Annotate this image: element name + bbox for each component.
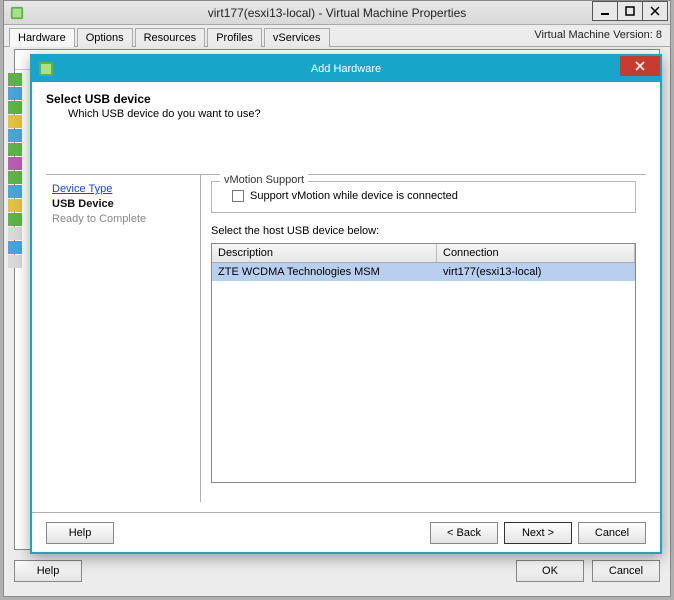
vmotion-checkbox[interactable] bbox=[232, 190, 244, 202]
wizard-nav: Device Type USB Device Ready to Complete bbox=[46, 175, 201, 502]
device-icon bbox=[8, 73, 22, 86]
device-icon bbox=[8, 129, 22, 142]
nav-usb-device: USB Device bbox=[52, 198, 194, 210]
tab-vservices[interactable]: vServices bbox=[264, 28, 330, 47]
vm-version-label: Virtual Machine Version: 8 bbox=[534, 29, 662, 41]
tab-options[interactable]: Options bbox=[77, 28, 133, 47]
dialog-cancel-button[interactable]: Cancel bbox=[578, 522, 646, 544]
device-icon bbox=[8, 241, 22, 254]
parent-footer: Help OK Cancel bbox=[14, 556, 660, 586]
device-table-body[interactable]: ZTE WCDMA Technologies MSM virt177(esxi1… bbox=[212, 263, 635, 482]
device-icon bbox=[8, 171, 22, 184]
content-split: Device Type USB Device Ready to Complete… bbox=[46, 174, 646, 502]
device-icon bbox=[8, 227, 22, 240]
device-icon bbox=[8, 157, 22, 170]
device-icon bbox=[8, 255, 22, 268]
tabs-row: Hardware Options Resources Profiles vSer… bbox=[4, 25, 670, 47]
dialog-body: Select USB device Which USB device do yo… bbox=[32, 82, 660, 512]
dialog-close-button[interactable] bbox=[620, 56, 660, 76]
dialog-title: Add Hardware bbox=[311, 63, 381, 75]
col-description[interactable]: Description bbox=[212, 244, 437, 262]
col-connection[interactable]: Connection bbox=[437, 244, 635, 262]
nav-ready-to-complete: Ready to Complete bbox=[52, 213, 194, 225]
device-icon bbox=[8, 87, 22, 100]
dialog-titlebar[interactable]: Add Hardware bbox=[32, 56, 660, 82]
add-hardware-dialog: Add Hardware Select USB device Which USB… bbox=[30, 54, 662, 554]
step-heading: Select USB device bbox=[46, 92, 646, 106]
parent-help-button[interactable]: Help bbox=[14, 560, 82, 582]
minimize-button[interactable] bbox=[592, 1, 618, 21]
workspace: virt177(esxi13-local) - Virtual Machine … bbox=[0, 0, 674, 600]
wizard-main: vMotion Support Support vMotion while de… bbox=[201, 175, 646, 502]
table-row[interactable]: ZTE WCDMA Technologies MSM virt177(esxi1… bbox=[212, 263, 635, 281]
vmotion-checkbox-label: Support vMotion while device is connecte… bbox=[250, 190, 458, 202]
vsphere-icon bbox=[38, 61, 54, 77]
vsphere-icon bbox=[10, 6, 24, 20]
device-icon bbox=[8, 199, 22, 212]
device-table-head: Description Connection bbox=[212, 244, 635, 263]
parent-window-title: virt177(esxi13-local) - Virtual Machine … bbox=[208, 6, 467, 20]
close-button[interactable] bbox=[642, 1, 668, 21]
vmotion-fieldset: vMotion Support Support vMotion while de… bbox=[211, 181, 636, 213]
maximize-button[interactable] bbox=[617, 1, 643, 21]
tab-resources[interactable]: Resources bbox=[135, 28, 206, 47]
dialog-help-button[interactable]: Help bbox=[46, 522, 114, 544]
device-table: Description Connection ZTE WCDMA Technol… bbox=[211, 243, 636, 483]
parent-titlebar[interactable]: virt177(esxi13-local) - Virtual Machine … bbox=[4, 1, 670, 25]
hardware-icon-strip bbox=[8, 73, 22, 268]
parent-cancel-button[interactable]: Cancel bbox=[592, 560, 660, 582]
close-icon bbox=[635, 61, 645, 71]
vmotion-legend: vMotion Support bbox=[220, 174, 308, 186]
device-icon bbox=[8, 101, 22, 114]
parent-window-controls bbox=[593, 1, 668, 21]
next-button[interactable]: Next > bbox=[504, 522, 572, 544]
cell-connection: virt177(esxi13-local) bbox=[437, 263, 635, 281]
step-subheading: Which USB device do you want to use? bbox=[68, 108, 646, 120]
parent-ok-button[interactable]: OK bbox=[516, 560, 584, 582]
back-button[interactable]: < Back bbox=[430, 522, 498, 544]
device-icon bbox=[8, 213, 22, 226]
device-icon bbox=[8, 115, 22, 128]
device-table-caption: Select the host USB device below: bbox=[211, 225, 636, 237]
tab-profiles[interactable]: Profiles bbox=[207, 28, 262, 47]
device-icon bbox=[8, 143, 22, 156]
nav-device-type[interactable]: Device Type bbox=[52, 183, 194, 195]
device-icon bbox=[8, 185, 22, 198]
tab-hardware[interactable]: Hardware bbox=[9, 28, 75, 47]
vmotion-checkbox-row[interactable]: Support vMotion while device is connecte… bbox=[232, 190, 625, 202]
dialog-footer: Help < Back Next > Cancel bbox=[32, 512, 660, 552]
cell-description: ZTE WCDMA Technologies MSM bbox=[212, 263, 437, 281]
